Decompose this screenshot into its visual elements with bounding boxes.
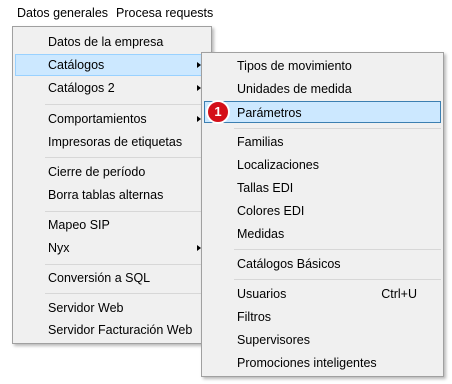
menu-item-servidor-facturacion-web[interactable]: Servidor Facturación Web (15, 319, 209, 341)
submenu-item-colores-edi[interactable]: Colores EDI (204, 200, 441, 222)
menu-separator (234, 279, 441, 280)
menu-item-label: Medidas (237, 227, 285, 241)
menu-separator (234, 128, 441, 129)
menu-procesa-requests[interactable]: Procesa requests (113, 5, 216, 21)
menu-item-servidor-web[interactable]: Servidor Web (15, 297, 209, 319)
menu-item-label: Unidades de medida (237, 82, 352, 96)
menu-item-label: Cierre de período (48, 165, 146, 179)
datos-generales-dropdown: Datos de la empresa Catálogos Catálogos … (12, 26, 212, 344)
submenu-item-medidas[interactable]: Medidas (204, 223, 441, 245)
submenu-item-localizaciones[interactable]: Localizaciones (204, 154, 441, 176)
menu-item-label: Familias (237, 135, 284, 149)
menu-item-label: Impresoras de etiquetas (48, 135, 183, 149)
menu-separator (45, 211, 209, 212)
menu-item-label: Tipos de movimiento (237, 59, 352, 73)
menu-item-label: Mapeo SIP (48, 218, 110, 232)
submenu-item-filtros[interactable]: Filtros (204, 306, 441, 328)
step-number-badge: 1 (206, 100, 230, 124)
menu-item-catalogos-2[interactable]: Catálogos 2 (15, 77, 209, 99)
menu-item-borra-tablas[interactable]: Borra tablas alternas (15, 184, 209, 206)
menu-item-label: Localizaciones (237, 158, 319, 172)
submenu-item-parametros[interactable]: Parámetros (204, 101, 441, 123)
submenu-item-familias[interactable]: Familias (204, 131, 441, 153)
menu-separator (234, 249, 441, 250)
menu-separator (45, 264, 209, 265)
catalogos-submenu: Tipos de movimiento Unidades de medida P… (201, 52, 444, 377)
menu-item-label: Borra tablas alternas (48, 188, 164, 202)
menu-item-label: Comportamientos (48, 112, 147, 126)
submenu-item-supervisores[interactable]: Supervisores (204, 329, 441, 351)
menu-item-label: Datos de la empresa (48, 35, 164, 49)
menu-item-datos-empresa[interactable]: Datos de la empresa (15, 31, 209, 53)
menu-datos-generales[interactable]: Datos generales (14, 5, 111, 21)
submenu-item-promociones-inteligentes[interactable]: Promociones inteligentes (204, 352, 441, 374)
menu-item-catalogos[interactable]: Catálogos (15, 54, 209, 76)
menu-separator (45, 104, 209, 105)
menu-item-label: Promociones inteligentes (237, 356, 377, 370)
menu-item-label: Usuarios (237, 287, 287, 301)
submenu-item-tallas-edi[interactable]: Tallas EDI (204, 177, 441, 199)
submenu-item-unidades-medida[interactable]: Unidades de medida (204, 78, 441, 100)
menu-separator (45, 293, 209, 294)
shortcut-label: Ctrl+U (381, 287, 417, 301)
submenu-item-usuarios[interactable]: Usuarios Ctrl+U (204, 283, 441, 305)
menu-item-label: Supervisores (237, 333, 310, 347)
menu-item-label: Nyx (48, 241, 70, 255)
menu-item-label: Conversión a SQL (48, 271, 151, 285)
menu-item-label: Tallas EDI (237, 181, 294, 195)
menu-item-label: Parámetros (237, 106, 302, 120)
menu-item-label: Catálogos (48, 58, 105, 72)
menu-item-label: Catálogos 2 (48, 81, 115, 95)
submenu-item-tipos-movimiento[interactable]: Tipos de movimiento (204, 55, 441, 77)
menu-item-label: Colores EDI (237, 204, 305, 218)
menu-item-label: Catálogos Básicos (237, 257, 341, 271)
menu-separator (45, 157, 209, 158)
menu-item-label: Servidor Web (48, 301, 124, 315)
menu-item-impresoras-etiquetas[interactable]: Impresoras de etiquetas (15, 131, 209, 153)
menu-item-mapeo-sip[interactable]: Mapeo SIP (15, 214, 209, 236)
menu-bar: Datos generales Procesa requests (0, 0, 452, 24)
menu-item-nyx[interactable]: Nyx (15, 237, 209, 259)
submenu-item-catalogos-basicos[interactable]: Catálogos Básicos (204, 253, 441, 275)
menu-item-label: Servidor Facturación Web (48, 323, 193, 337)
menu-item-cierre-periodo[interactable]: Cierre de período (15, 161, 209, 183)
menu-item-label: Filtros (237, 310, 272, 324)
menu-item-comportamientos[interactable]: Comportamientos (15, 108, 209, 130)
menu-item-conversion-sql[interactable]: Conversión a SQL (15, 267, 209, 289)
